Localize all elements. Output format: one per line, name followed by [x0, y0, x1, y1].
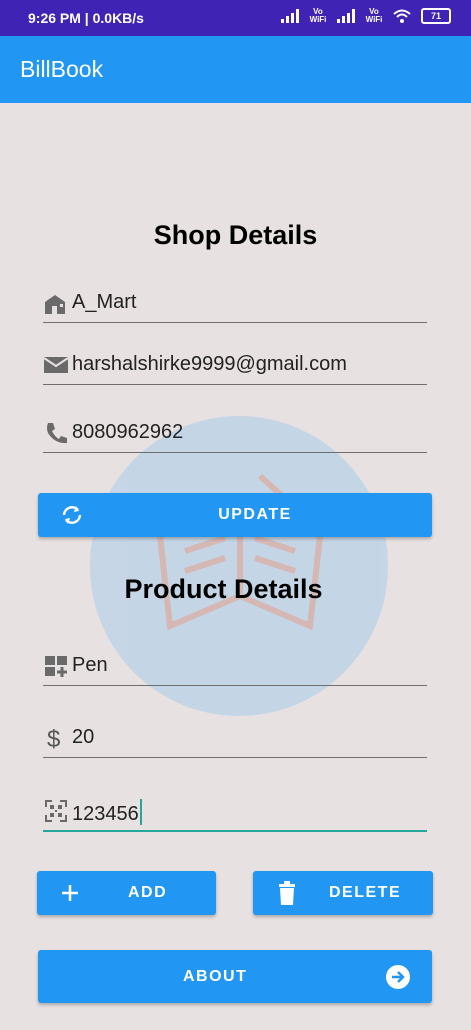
app-title: BillBook	[20, 56, 104, 82]
trash-icon	[279, 881, 295, 905]
update-button[interactable]: UPDATE	[38, 493, 432, 537]
product-price-value: 20	[72, 726, 95, 748]
signal-icon	[281, 9, 299, 23]
product-code-field[interactable]: 123456	[43, 790, 427, 832]
dashboard-icon	[45, 656, 67, 677]
vowifi-label-2: Vo WiFi	[365, 7, 383, 24]
battery-icon: 71	[421, 8, 451, 24]
dollar-icon: $	[47, 726, 60, 751]
delete-label: DELETE	[329, 884, 402, 901]
shop-email-field[interactable]: harshalshirke9999@gmail.com	[43, 344, 427, 385]
add-button[interactable]: ADD	[37, 871, 216, 915]
shop-name-field[interactable]: A_Mart	[43, 282, 427, 323]
shop-phone-value: 8080962962	[72, 421, 184, 443]
status-icons: Vo WiFi Vo WiFi 71	[281, 8, 451, 24]
text-cursor	[139, 799, 142, 825]
status-bar: 9:26 PM | 0.0KB/s Vo WiFi Vo WiFi 71	[0, 0, 471, 36]
shop-email-value: harshalshirke9999@gmail.com	[72, 353, 347, 375]
svg-text:$: $	[47, 726, 60, 751]
product-name-value: Pen	[72, 654, 108, 676]
wifi-icon	[393, 9, 411, 23]
phone-icon	[47, 423, 67, 444]
signal-icon-2	[337, 9, 355, 23]
product-code-value: 123456	[72, 799, 142, 826]
app-bar: BillBook	[0, 36, 471, 103]
update-label: UPDATE	[218, 506, 292, 523]
shop-phone-field[interactable]: 8080962962	[43, 412, 427, 453]
qr-code-icon	[45, 800, 67, 822]
about-label: ABOUT	[183, 967, 248, 985]
status-time: 9:26 PM | 0.0KB/s	[28, 10, 144, 26]
mail-icon	[43, 357, 69, 373]
arrow-right-circle-icon	[386, 964, 410, 989]
vowifi-label-1: Vo WiFi	[309, 7, 327, 24]
shop-details-heading: Shop Details	[153, 220, 318, 250]
product-code-text: 123456	[72, 803, 139, 825]
product-details-heading: Product Details	[124, 574, 323, 604]
delete-button[interactable]: DELETE	[253, 871, 433, 915]
about-button[interactable]: ABOUT	[38, 950, 432, 1003]
home-icon	[45, 295, 65, 314]
add-label: ADD	[128, 884, 168, 901]
product-price-field[interactable]: $ 20	[43, 717, 427, 758]
product-name-field[interactable]: Pen	[43, 645, 427, 686]
plus-icon	[62, 885, 78, 901]
shop-name-value: A_Mart	[72, 291, 137, 313]
